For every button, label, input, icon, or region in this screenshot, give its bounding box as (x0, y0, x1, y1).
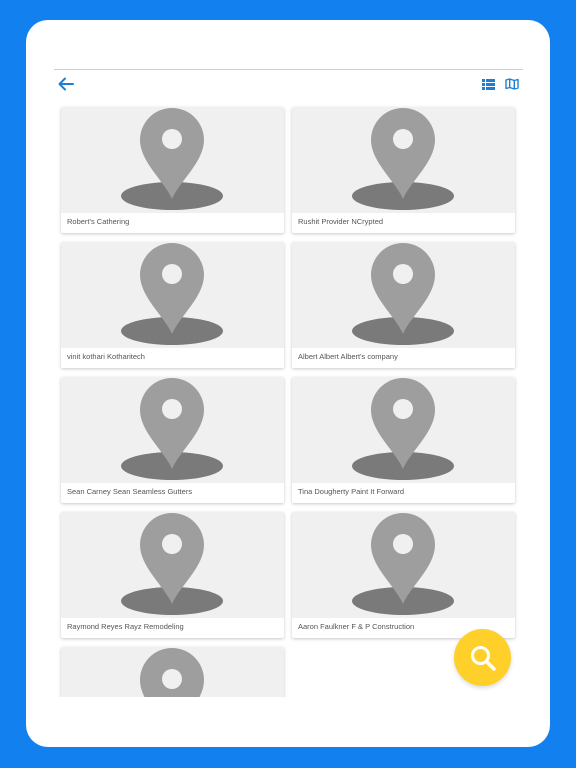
location-pin-icon (352, 243, 454, 345)
listing-card[interactable]: Raymond Reyes Rayz Remodeling (61, 512, 284, 638)
listing-name: Robert's Cathering (67, 217, 130, 226)
search-icon (470, 645, 496, 671)
listing-card[interactable]: Aaron Faulkner F & P Construction (292, 512, 515, 638)
listing-card[interactable]: Albert Albert Albert's company (292, 242, 515, 368)
listing-card[interactable]: Tina Dougherty Paint It Forward (292, 377, 515, 503)
location-pin-icon (121, 513, 223, 615)
listing-image-placeholder (61, 377, 284, 483)
listing-card[interactable]: Rushit Provider NCrypted (292, 107, 515, 233)
listing-image-placeholder (61, 107, 284, 213)
location-pin-icon (352, 108, 454, 210)
listing-card[interactable]: Sean Carney Sean Seamless Gutters (61, 377, 284, 503)
listing-image-placeholder (292, 512, 515, 618)
location-pin-icon (140, 648, 204, 697)
listing-image-placeholder (61, 647, 284, 697)
listing-name: Rushit Provider NCrypted (298, 217, 384, 226)
search-fab-button[interactable] (454, 629, 511, 686)
listing-card[interactable] (61, 647, 284, 697)
listing-image-placeholder (292, 242, 515, 348)
location-pin-icon (121, 243, 223, 345)
location-pin-icon (121, 108, 223, 210)
listing-image-placeholder (61, 242, 284, 348)
listing-name: Albert Albert Albert's company (298, 352, 398, 361)
listing-name: vinit kothari Kotharitech (67, 352, 145, 361)
location-pin-icon (121, 378, 223, 480)
app-frame: Robert's Cathering Rushit Provider NCryp… (26, 20, 550, 747)
listing-card[interactable]: Robert's Cathering (61, 107, 284, 233)
listing-card[interactable]: vinit kothari Kotharitech (61, 242, 284, 368)
location-pin-icon (352, 513, 454, 615)
listing-name: Raymond Reyes Rayz Remodeling (67, 622, 184, 631)
location-pin-icon (352, 378, 454, 480)
listing-image-placeholder (292, 107, 515, 213)
listing-name: Tina Dougherty Paint It Forward (298, 487, 405, 496)
listing-image-placeholder (292, 377, 515, 483)
listing-name: Sean Carney Sean Seamless Gutters (67, 487, 193, 496)
listing-image-placeholder (61, 512, 284, 618)
listing-grid: Robert's Cathering Rushit Provider NCryp… (26, 20, 550, 697)
